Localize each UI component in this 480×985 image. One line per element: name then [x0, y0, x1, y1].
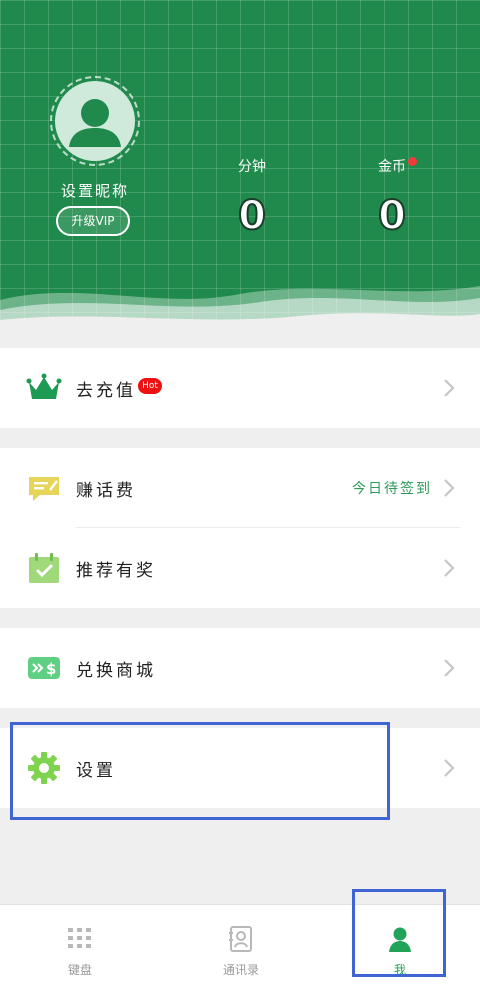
menu-group-rewards: 赚话费 今日待签到 推荐有奖 — [0, 448, 480, 608]
upgrade-vip-button[interactable]: 升级VIP — [56, 206, 130, 236]
menu-item-label: 推荐有奖 — [76, 561, 156, 581]
avatar[interactable] — [55, 81, 135, 161]
chevron-right-icon — [444, 479, 455, 497]
coins-label: 金币 — [378, 159, 406, 175]
menu-item-label: 去充值 — [76, 381, 136, 401]
nickname-label[interactable]: 设置昵称 — [20, 180, 170, 201]
crown-icon — [26, 373, 62, 399]
me-tab-highlight-box — [352, 889, 446, 977]
hot-badge: Hot — [138, 378, 162, 394]
menu-group-mall: $ 兑换商城 — [0, 628, 480, 708]
chevron-right-icon — [444, 659, 455, 677]
menu-item-exchange-mall[interactable]: $ 兑换商城 — [0, 628, 480, 708]
calendar-check-icon — [29, 553, 59, 583]
exchange-dollar-icon: $ — [28, 657, 60, 679]
profile-header: 设置昵称 升级VIP 分钟 0 金币 0 — [0, 0, 480, 330]
tab-label: 通讯录 — [222, 963, 259, 977]
keypad-icon — [68, 928, 91, 948]
svg-text:$: $ — [46, 660, 56, 678]
coins-value[interactable]: 0 — [352, 192, 432, 240]
tab-keypad[interactable]: 键盘 — [20, 905, 140, 985]
tab-label: 键盘 — [67, 963, 92, 977]
menu-item-recharge[interactable]: 去充值 Hot — [0, 348, 480, 428]
minutes-label: 分钟 — [238, 159, 266, 175]
checkin-status: 今日待签到 — [352, 481, 432, 497]
notification-dot — [408, 157, 417, 166]
menu-group-recharge: 去充值 Hot — [0, 348, 480, 428]
chevron-right-icon — [444, 379, 455, 397]
menu-item-label: 赚话费 — [76, 481, 136, 501]
menu-item-earn-call-fee[interactable]: 赚话费 今日待签到 — [0, 448, 480, 528]
chevron-right-icon — [444, 759, 455, 777]
person-icon — [69, 99, 121, 147]
contacts-icon — [229, 926, 252, 952]
menu-item-referral[interactable]: 推荐有奖 — [0, 528, 480, 608]
menu-item-label: 兑换商城 — [76, 661, 156, 681]
minutes-value[interactable]: 0 — [212, 192, 292, 240]
tab-contacts[interactable]: 通讯录 — [181, 905, 301, 985]
settings-highlight-box — [10, 722, 390, 820]
message-note-icon — [29, 477, 59, 501]
wave-decoration — [0, 286, 480, 330]
chevron-right-icon — [444, 559, 455, 577]
